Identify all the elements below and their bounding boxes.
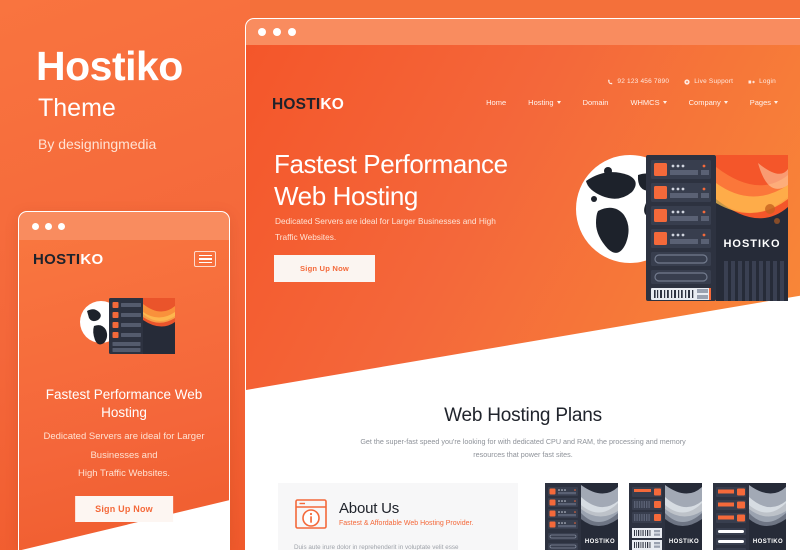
about-us-subheading: Fastest & Affordable Web Hosting Provide… [339, 520, 474, 528]
window-dot-green-icon[interactable] [288, 28, 296, 36]
topbar-live-support[interactable]: Live Support [684, 78, 733, 85]
server-card[interactable]: HOSTIKO [629, 483, 702, 550]
desktop-browser-preview: 92 123 456 7890 Live Support Login HOSTI… [245, 18, 800, 550]
mobile-preview: HOSTIKO Fastest Performance Web Hosting … [18, 211, 230, 550]
mobile-logo-light: KO [80, 251, 104, 268]
browser-titlebar [246, 19, 800, 45]
nav-item-hosting[interactable]: Hosting [528, 98, 561, 107]
nav-label-home: Home [486, 98, 507, 107]
plans-description: Get the super-fast speed you're looking … [360, 437, 686, 460]
server-card-brand: HOSTIKO [753, 539, 783, 545]
mobile-hero-description: Dedicated Servers are ideal for Larger B… [31, 428, 217, 484]
about-us-card: About Us Fastest & Affordable Web Hostin… [278, 483, 518, 550]
about-us-header: About Us Fastest & Affordable Web Hostin… [294, 497, 502, 531]
chevron-down-icon [556, 101, 561, 104]
site-logo-light: KO [320, 96, 345, 113]
promo-title: Hostiko [36, 43, 183, 89]
about-us-heading: About Us [339, 499, 400, 517]
chevron-down-icon [723, 101, 728, 104]
mobile-desc-line-1: Dedicated Servers are ideal for Larger [43, 431, 205, 442]
promo-author: By designingmedia [38, 136, 157, 152]
mobile-logo-dark: HOSTI [33, 251, 81, 268]
hero-heading: Fastest Performance Web Hosting [274, 148, 508, 212]
nav-label-pages: Pages [749, 98, 771, 107]
server-card-illustration-a: HOSTIKO [545, 483, 618, 550]
nav-item-home[interactable]: Home [486, 98, 506, 107]
server-card-illustration-c: HOSTIKO [713, 483, 786, 550]
mobile-hero-illustration [80, 298, 175, 354]
hero-signup-button[interactable]: Sign Up Now [274, 255, 376, 282]
main-navigation: Home Hosting Domain WHMCS Company Pages [486, 98, 778, 107]
headset-icon [684, 78, 690, 85]
svg-text:HOSTIKO: HOSTIKO [723, 238, 780, 250]
mobile-window-titlebar [19, 212, 229, 240]
promo-subtitle: Theme [38, 94, 116, 122]
window-dot-red-icon[interactable] [258, 28, 266, 36]
hero-illustration: HOSTIKO [576, 155, 788, 301]
server-card-brand: HOSTIKO [669, 539, 699, 545]
mobile-signup-button[interactable]: Sign Up Now [75, 496, 173, 522]
nav-label-domain: Domain [582, 98, 609, 107]
plans-heading: Web Hosting Plans [444, 405, 602, 426]
nav-item-domain[interactable]: Domain [583, 98, 609, 107]
info-browser-icon [295, 499, 327, 529]
hero-section: 92 123 456 7890 Live Support Login HOSTI… [246, 45, 800, 390]
hero-heading-line-1: Fastest Performance [274, 149, 508, 179]
server-card[interactable]: HOSTIKO [545, 483, 618, 550]
about-us-body: Duis aute irure dolor in reprehenderit i… [294, 544, 459, 550]
nav-label-hosting: Hosting [528, 98, 554, 107]
window-dot-yellow-icon[interactable] [273, 28, 281, 36]
nav-label-whmcs: WHMCS [630, 98, 660, 107]
server-card-illustration-b: HOSTIKO [629, 483, 702, 550]
screenshot-stage: Hostiko Theme By designingmedia HOSTIKO [0, 0, 800, 550]
topbar-live-support-label: Live Support [694, 78, 734, 85]
chevron-down-icon [774, 101, 778, 104]
mobile-hero-heading: Fastest Performance Web Hosting [45, 387, 203, 421]
mobile-viewport: HOSTIKO Fastest Performance Web Hosting … [19, 240, 229, 550]
lower-content-section: About Us Fastest & Affordable Web Hostin… [246, 480, 800, 550]
hero-heading-line-2: Web Hosting [274, 181, 418, 212]
nav-item-whmcs[interactable]: WHMCS [630, 98, 667, 107]
topbar-phone-label: 92 123 456 7890 [617, 78, 670, 85]
hamburger-icon[interactable] [194, 251, 216, 267]
phone-icon [607, 79, 613, 85]
site-logo[interactable]: HOSTIKO [272, 96, 344, 114]
mobile-desc-line-2: Businesses and [90, 449, 158, 461]
topbar-login[interactable]: Login [748, 78, 776, 85]
utility-topbar: 92 123 456 7890 Live Support Login [607, 78, 776, 85]
about-us-text: About Us Fastest & Affordable Web Hostin… [339, 499, 474, 528]
web-hosting-plans-section: Web Hosting Plans Get the super-fast spe… [246, 390, 800, 480]
hero-description: Dedicated Servers are ideal for Larger B… [275, 216, 496, 243]
window-dot-green-icon[interactable] [58, 222, 65, 230]
window-dot-red-icon[interactable] [32, 222, 39, 230]
mobile-logo[interactable]: HOSTIKO [33, 251, 103, 268]
server-card-brand: HOSTIKO [585, 539, 615, 545]
login-icon [748, 79, 756, 85]
server-cards-row: HOSTIKO HOSTIKO HOSTIKO [545, 483, 786, 550]
mobile-desc-line-3: High Traffic Websites. [77, 468, 171, 480]
server-card[interactable]: HOSTIKO [713, 483, 786, 550]
topbar-phone[interactable]: 92 123 456 7890 [607, 78, 669, 85]
nav-item-pages[interactable]: Pages [750, 98, 778, 107]
nav-label-company: Company [688, 98, 721, 107]
chevron-down-icon [662, 101, 667, 104]
window-dot-yellow-icon[interactable] [45, 222, 52, 230]
topbar-login-label: Login [759, 78, 776, 85]
site-logo-dark: HOSTI [272, 96, 321, 113]
nav-item-company[interactable]: Company [689, 98, 728, 107]
